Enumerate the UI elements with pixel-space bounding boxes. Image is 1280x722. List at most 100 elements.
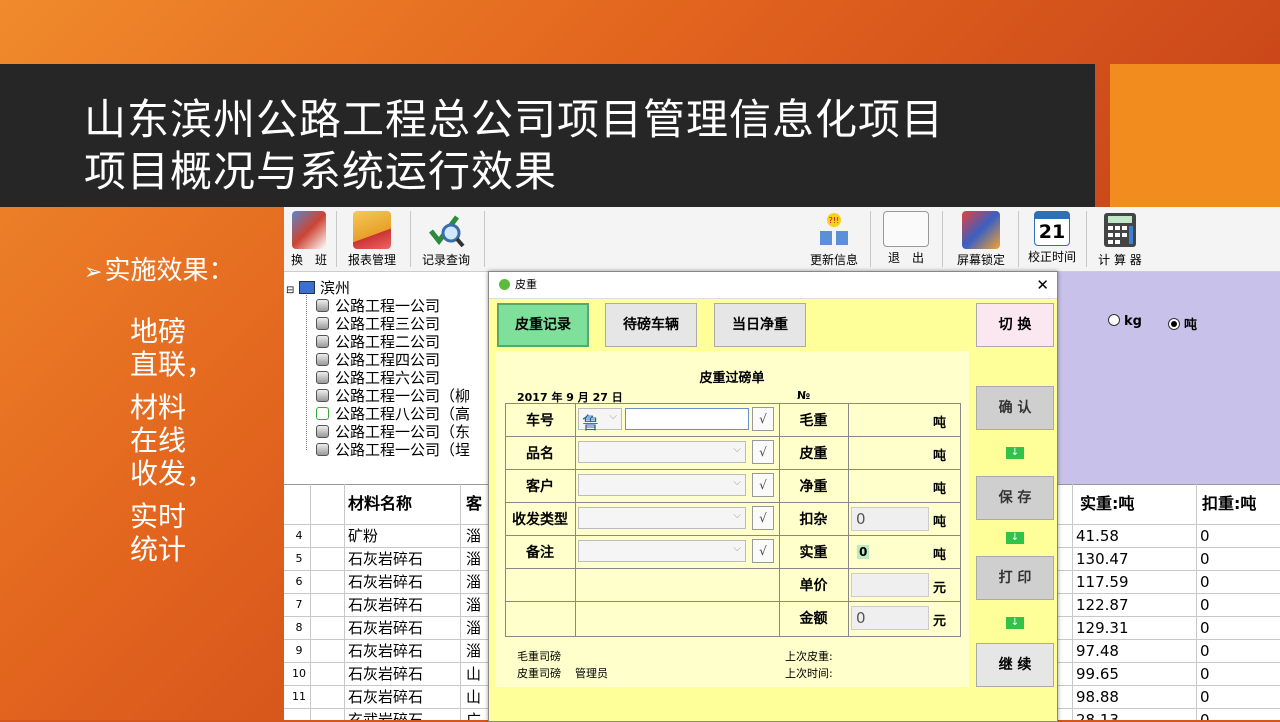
close-icon[interactable]: ✕ (1036, 272, 1049, 298)
cell-material-name[interactable]: 石灰岩碎石 (348, 571, 458, 593)
cell-actual-weight[interactable]: 117.59 (1076, 571, 1186, 593)
tree-item[interactable]: 公路工程二公司 (316, 333, 440, 351)
exit-button[interactable]: 退 出 (878, 207, 934, 271)
search-record-icon (427, 211, 465, 249)
unit-ton-radio[interactable]: 吨 (1168, 314, 1197, 333)
io-type-confirm-icon[interactable]: √ (752, 506, 774, 530)
cell-customer[interactable]: 淄 (466, 571, 486, 593)
shift-change-button[interactable]: 换 班 (284, 207, 334, 271)
cell-customer[interactable]: 山 (466, 663, 486, 685)
calculator-button[interactable]: 计 算 器 (1092, 207, 1148, 271)
tree-item[interactable]: 公路工程一公司 (316, 297, 440, 315)
tree-root[interactable]: ⊟ 滨州 (286, 279, 350, 297)
row-number[interactable]: 9 (284, 640, 314, 662)
row-number[interactable]: 6 (284, 571, 314, 593)
cell-deduct-weight[interactable]: 0 (1200, 617, 1270, 639)
cell-material-name[interactable]: 石灰岩碎石 (348, 663, 458, 685)
col-header-deduct[interactable]: 扣重:吨 (1202, 484, 1256, 524)
row-number[interactable] (284, 709, 314, 720)
tab-pending-vehicles[interactable]: 待磅车辆 (605, 303, 697, 347)
cell-material-name[interactable]: 石灰岩碎石 (348, 640, 458, 662)
remark-select[interactable]: ⌵ (578, 540, 746, 562)
cell-customer[interactable]: 山 (466, 686, 486, 708)
cell-material-name[interactable]: 石灰岩碎石 (348, 594, 458, 616)
row-number[interactable]: 4 (284, 525, 314, 547)
print-button[interactable]: 打 印 (976, 556, 1054, 600)
cell-actual-weight[interactable]: 97.48 (1076, 640, 1186, 662)
unit-price-input[interactable] (851, 573, 929, 597)
confirm-button[interactable]: 确 认 (976, 386, 1054, 430)
cell-material-name[interactable]: 石灰岩碎石 (348, 617, 458, 639)
tab-daily-net[interactable]: 当日净重 (714, 303, 806, 347)
lock-screen-button[interactable]: 屏幕锁定 (950, 207, 1012, 271)
cell-deduct-weight[interactable]: 0 (1200, 686, 1270, 708)
cell-actual-weight[interactable]: 98.88 (1076, 686, 1186, 708)
note-2: 材料 在线 收发， (130, 391, 214, 490)
product-select[interactable]: ⌵ (578, 441, 746, 463)
arrow-right-icon (316, 407, 329, 420)
io-type-select[interactable]: ⌵ (578, 507, 746, 529)
database-icon (316, 353, 329, 366)
cell-customer[interactable]: 淄 (466, 548, 486, 570)
row-number[interactable]: 7 (284, 594, 314, 616)
cell-actual-weight[interactable]: 99.65 (1076, 663, 1186, 685)
col-header-material[interactable]: 材料名称 (348, 484, 412, 524)
remark-confirm-icon[interactable]: √ (752, 539, 774, 563)
plate-confirm-icon[interactable]: √ (752, 407, 774, 431)
tree-item[interactable]: 公路工程三公司 (316, 315, 440, 333)
cell-actual-weight[interactable]: 129.31 (1076, 617, 1186, 639)
cell-material-name[interactable]: 石灰岩碎石 (348, 548, 458, 570)
customer-confirm-icon[interactable]: √ (752, 473, 774, 497)
cell-deduct-weight[interactable]: 0 (1200, 663, 1270, 685)
cell-actual-weight[interactable]: 130.47 (1076, 548, 1186, 570)
row-number[interactable]: 10 (284, 663, 314, 685)
calibrate-time-button[interactable]: 21 校正时间 (1024, 207, 1080, 271)
cell-customer[interactable]: 淄 (466, 594, 486, 616)
toolbar-label: 退 出 (887, 251, 924, 265)
cell-deduct-weight[interactable]: 0 (1200, 709, 1270, 720)
tree-item-selected[interactable]: 公路工程八公司（高 (316, 405, 470, 423)
cell-customer[interactable]: 淄 (466, 525, 486, 547)
unit-kg-radio[interactable]: kg (1108, 314, 1142, 329)
cell-deduct-weight[interactable]: 0 (1200, 594, 1270, 616)
tree-item[interactable]: 公路工程四公司 (316, 351, 440, 369)
cell-customer[interactable]: 淄 (466, 617, 486, 639)
cell-material-name[interactable]: 矿粉 (348, 525, 458, 547)
tab-tare-records[interactable]: 皮重记录 (497, 303, 589, 347)
tree-item[interactable]: 公路工程一公司（柳 (316, 387, 470, 405)
row-number[interactable]: 8 (284, 617, 314, 639)
cell-deduct-weight[interactable]: 0 (1200, 525, 1270, 547)
col-header-customer[interactable]: 客 (466, 484, 482, 524)
tree-item[interactable]: 公路工程六公司 (316, 369, 440, 387)
plate-number-input[interactable] (625, 408, 749, 430)
tree-item[interactable]: 公路工程一公司（东 (316, 423, 470, 441)
row-number[interactable]: 11 (284, 686, 314, 708)
continue-button[interactable]: 继 续 (976, 643, 1054, 687)
save-button[interactable]: 保 存 (976, 476, 1054, 520)
update-info-button[interactable]: ?!! 更新信息 (806, 207, 862, 271)
record-query-button[interactable]: 记录查询 (416, 207, 476, 271)
row-number[interactable]: 5 (284, 548, 314, 570)
app-icon (499, 279, 510, 290)
amount-input[interactable]: 0 (851, 606, 929, 630)
impurity-input[interactable]: 0 (851, 507, 929, 531)
customer-select[interactable]: ⌵ (578, 474, 746, 496)
cell-actual-weight[interactable]: 122.87 (1076, 594, 1186, 616)
col-header-actual[interactable]: 实重:吨 (1080, 484, 1134, 524)
tree-item[interactable]: 公路工程一公司（埕 (316, 441, 470, 459)
cell-deduct-weight[interactable]: 0 (1200, 640, 1270, 662)
unit-price-label: 单价 (799, 578, 828, 594)
cell-material-name[interactable]: 石灰岩碎石 (348, 686, 458, 708)
cell-material-name[interactable]: 玄武岩碎石 (348, 709, 458, 720)
cell-actual-weight[interactable]: 41.58 (1076, 525, 1186, 547)
report-management-button[interactable]: 报表管理 (342, 207, 402, 271)
cell-customer[interactable]: 淄 (466, 640, 486, 662)
cell-deduct-weight[interactable]: 0 (1200, 548, 1270, 570)
cell-deduct-weight[interactable]: 0 (1200, 571, 1270, 593)
unit-price-unit: 元 (933, 581, 947, 596)
cell-actual-weight[interactable]: 28.13 (1076, 709, 1186, 720)
product-confirm-icon[interactable]: √ (752, 440, 774, 464)
province-select[interactable]: 鲁 ⌵ (578, 408, 622, 434)
switch-button[interactable]: 切 换 (976, 303, 1054, 347)
cell-customer[interactable]: 广 (466, 709, 486, 720)
